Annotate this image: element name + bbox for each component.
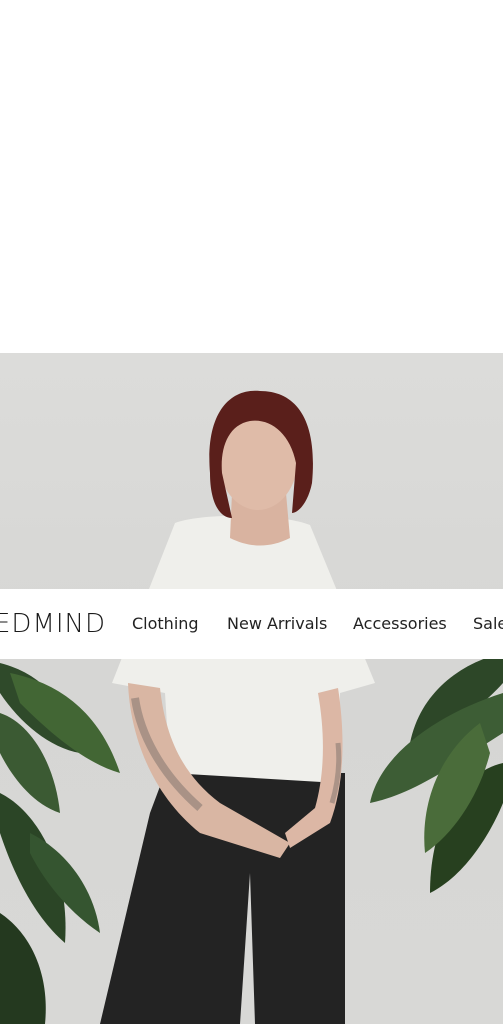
plant-right bbox=[370, 653, 503, 893]
hero-model-photo bbox=[0, 390, 503, 1024]
brand-logo[interactable]: EDMIND bbox=[0, 608, 106, 640]
nav-item-accessories[interactable]: Accessories bbox=[353, 613, 447, 635]
plant-left bbox=[0, 663, 120, 1024]
top-blank-area bbox=[0, 0, 503, 353]
main-navigation: EDMIND Clothing New Arrivals Accessories… bbox=[0, 589, 503, 659]
nav-item-sale[interactable]: Sale bbox=[473, 613, 503, 635]
nav-item-new-arrivals[interactable]: New Arrivals bbox=[227, 613, 327, 635]
hero-image bbox=[0, 353, 503, 1024]
nav-item-clothing[interactable]: Clothing bbox=[132, 613, 199, 635]
